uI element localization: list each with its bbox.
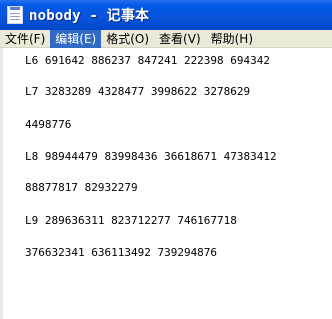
text-line: L9 289636311 823712277 746167718 [25, 214, 237, 227]
text-line: L7 3283289 4328477 3998622 3278629 [25, 85, 251, 98]
window-title: nobody - 记事本 [29, 8, 150, 24]
notepad-icon[interactable] [7, 6, 23, 24]
menu-edit[interactable]: 编辑(E) [50, 29, 102, 48]
text-line: 4498776 [25, 118, 72, 131]
text-line: 88877817 82932279 [25, 181, 138, 194]
menu-view[interactable]: 查看(V) [154, 30, 206, 48]
menu-help[interactable]: 帮助(H) [206, 30, 258, 48]
text-editor[interactable]: L6 691642 886237 847241 222398 694342 L7… [0, 48, 332, 319]
menu-bar: 文件(F) 编辑(E) 格式(O) 查看(V) 帮助(H) [0, 29, 332, 48]
text-line: L6 691642 886237 847241 222398 694342 [25, 54, 271, 67]
text-line: 376632341 636113492 739294876 [25, 246, 218, 259]
notepad-window: nobody - 记事本 文件(F) 编辑(E) 格式(O) 查看(V) 帮助(… [0, 0, 332, 319]
title-bar[interactable]: nobody - 记事本 [0, 0, 332, 30]
text-line: L8 98944479 83998436 36618671 47383412 [25, 150, 277, 163]
menu-format[interactable]: 格式(O) [101, 30, 154, 48]
menu-file[interactable]: 文件(F) [0, 30, 50, 48]
